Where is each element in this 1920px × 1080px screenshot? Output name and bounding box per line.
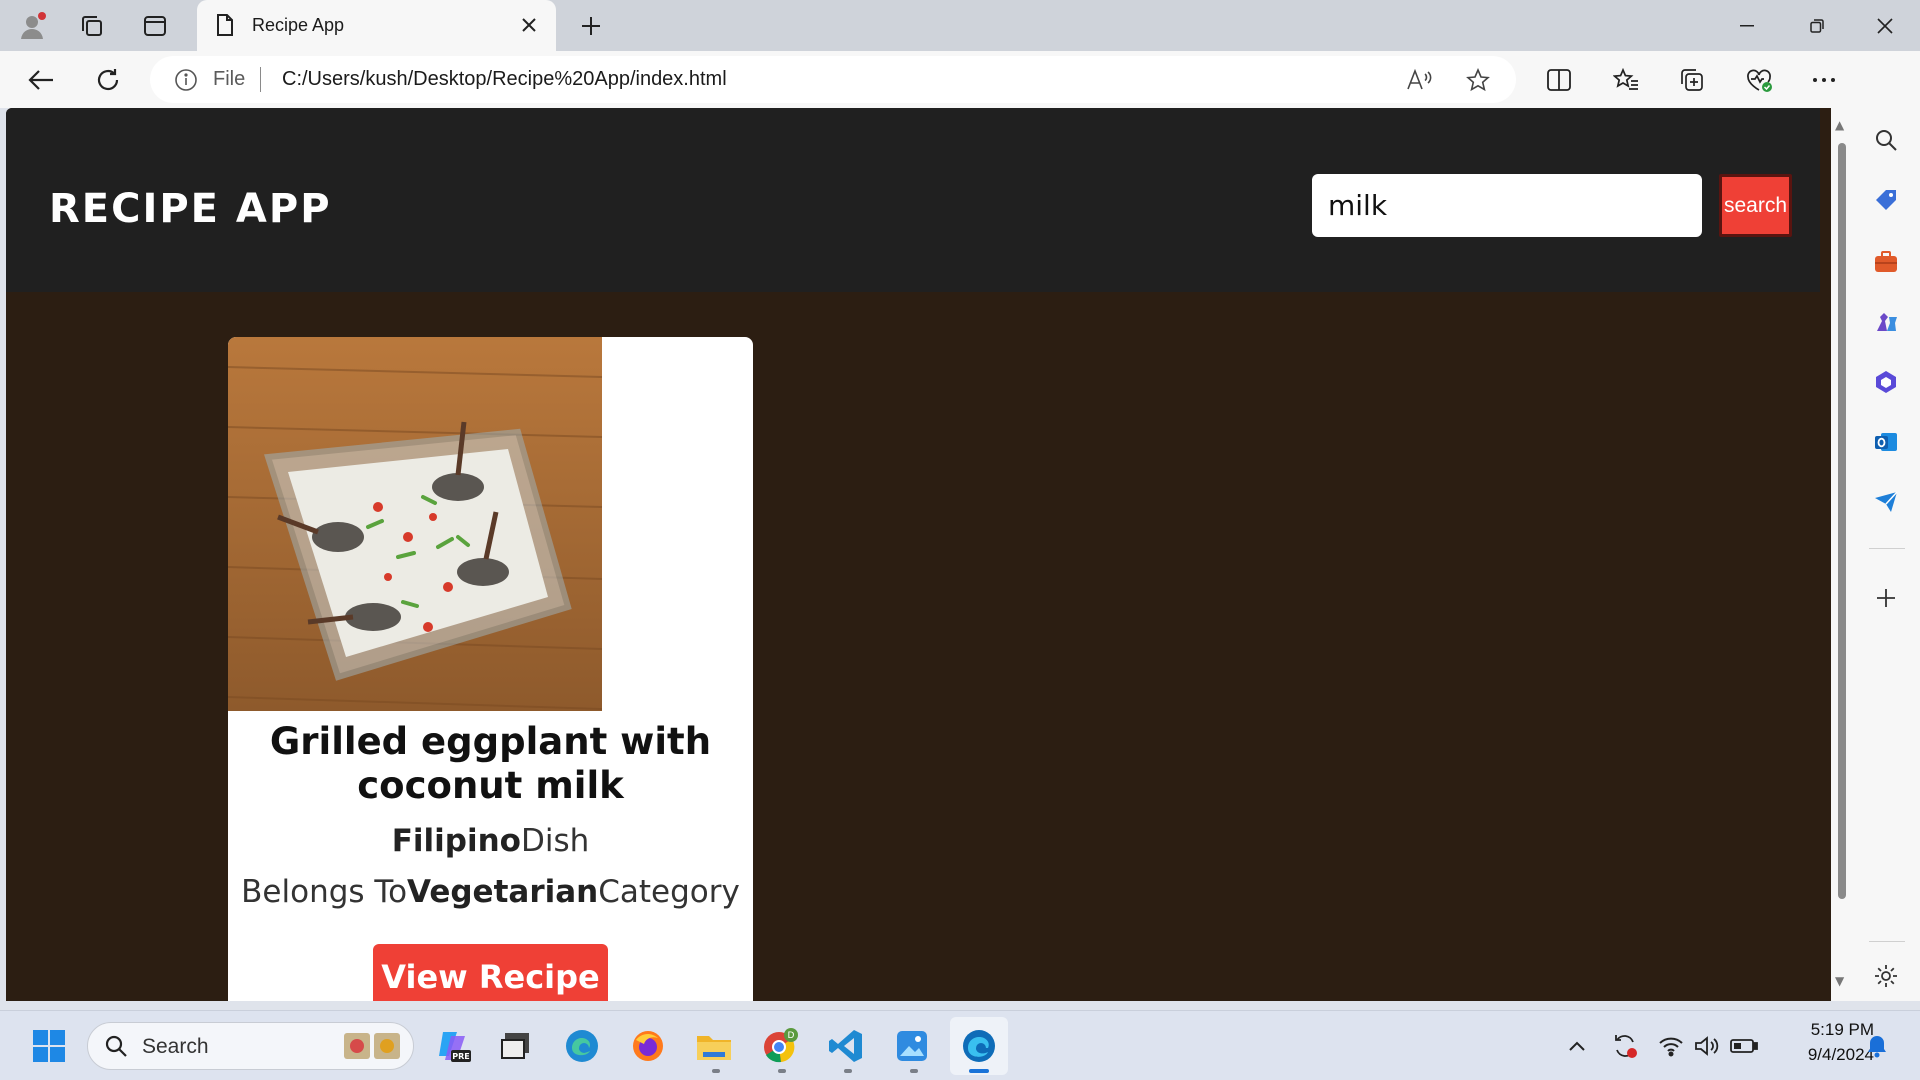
chrome-running-indicator	[778, 1069, 786, 1073]
notification-bell-icon[interactable]	[1862, 1031, 1892, 1061]
close-window-button[interactable]	[1850, 0, 1920, 51]
scrollbar-thumb[interactable]	[1838, 143, 1846, 899]
tools-briefcase-icon[interactable]	[1867, 243, 1905, 281]
restore-button[interactable]	[1782, 0, 1852, 51]
more-options-icon[interactable]	[1805, 61, 1843, 99]
scroll-down-arrow-icon[interactable]: ▼	[1835, 974, 1844, 988]
tab-title: Recipe App	[252, 15, 345, 35]
back-button[interactable]	[22, 61, 60, 99]
read-aloud-icon[interactable]	[1405, 66, 1433, 94]
taskbar-search-box[interactable]: Search	[87, 1022, 414, 1070]
edge-taskbar-icon[interactable]	[561, 1025, 603, 1067]
site-info-icon[interactable]	[174, 68, 198, 96]
edge-sidebar	[1853, 51, 1920, 1001]
close-tab-icon[interactable]	[516, 12, 542, 38]
photos-taskbar-icon[interactable]	[891, 1025, 933, 1067]
new-tab-button[interactable]	[574, 9, 608, 43]
sidebar-divider-bottom	[1869, 941, 1905, 942]
recipe-search-input[interactable]	[1312, 174, 1702, 237]
profile-avatar-icon[interactable]	[14, 8, 50, 44]
drop-send-icon[interactable]	[1867, 483, 1905, 521]
edge-dev-taskbar-icon[interactable]	[958, 1025, 1000, 1067]
photos-running-indicator	[910, 1069, 918, 1073]
workspaces-icon[interactable]	[74, 8, 110, 44]
address-url[interactable]: C:/Users/kush/Desktop/Recipe%20App/index…	[282, 68, 727, 91]
recipe-area: FilipinoDish	[228, 823, 753, 859]
shopping-tag-icon[interactable]	[1867, 181, 1905, 219]
outlook-icon[interactable]	[1867, 423, 1905, 461]
taskbar-search-icon	[104, 1034, 128, 1062]
firefox-taskbar-icon[interactable]	[627, 1025, 669, 1067]
recipe-area-name: Filipino	[391, 823, 521, 859]
clock-date[interactable]: 9/4/2024	[1774, 1045, 1874, 1065]
search-highlight-icon	[342, 1031, 402, 1065]
address-bar[interactable]: File C:/Users/kush/Desktop/Recipe%20App/…	[150, 56, 1516, 103]
favorites-icon[interactable]	[1607, 61, 1645, 99]
show-hidden-icons-chevron-icon[interactable]	[1562, 1031, 1592, 1061]
task-view-taskbar-icon[interactable]	[494, 1025, 536, 1067]
edge-active-indicator	[969, 1069, 989, 1073]
browser-tab[interactable]: Recipe App	[197, 0, 556, 51]
wifi-icon[interactable]	[1656, 1031, 1686, 1061]
site-header: RECIPE APP search	[6, 108, 1820, 292]
address-separator	[260, 67, 261, 92]
svg-text:D: D	[788, 1031, 795, 1041]
page-viewport: RECIPE APP search	[6, 108, 1831, 1001]
games-icon[interactable]	[1867, 303, 1905, 341]
recipe-card: Grilled eggplant with coconut milk Filip…	[228, 337, 753, 1001]
volume-icon[interactable]	[1692, 1031, 1722, 1061]
sidebar-settings-gear-icon[interactable]	[1867, 957, 1905, 995]
file-explorer-running-indicator	[712, 1069, 720, 1073]
collections-icon[interactable]	[1673, 61, 1711, 99]
sidebar-divider	[1869, 548, 1905, 549]
page-scrollbar[interactable]: ▲ ▼	[1831, 108, 1853, 1001]
page-icon	[215, 13, 235, 41]
taskbar-search-label: Search	[142, 1035, 209, 1058]
copilot-preview-taskbar-icon[interactable]: PRE	[432, 1025, 474, 1067]
search-button[interactable]: search	[1719, 174, 1792, 237]
vertical-tabs-icon[interactable]	[137, 8, 173, 44]
windows-taskbar: Search PRE D 5:19 PM 9/4/2024	[0, 1010, 1920, 1080]
clock-time[interactable]: 5:19 PM	[1774, 1020, 1874, 1040]
recipe-category-suffix: Category	[598, 874, 740, 910]
browser-titlebar: Recipe App	[0, 0, 1920, 51]
sync-status-icon[interactable]	[1610, 1031, 1640, 1061]
battery-icon[interactable]	[1729, 1031, 1759, 1061]
file-explorer-taskbar-icon[interactable]	[693, 1025, 735, 1067]
favorite-star-icon[interactable]	[1464, 66, 1492, 94]
svg-text:PRE: PRE	[452, 1052, 470, 1061]
vscode-running-indicator	[844, 1069, 852, 1073]
minimize-button[interactable]	[1712, 0, 1782, 51]
add-sidebar-app-icon[interactable]	[1867, 579, 1905, 617]
view-recipe-button[interactable]: View Recipe	[373, 944, 608, 1001]
chrome-taskbar-icon[interactable]: D	[759, 1025, 801, 1067]
recipe-title: Grilled eggplant with coconut milk	[269, 720, 712, 807]
scroll-up-arrow-icon[interactable]: ▲	[1835, 118, 1844, 132]
recipe-category: Belongs ToVegetarianCategory	[228, 874, 753, 910]
microsoft-365-icon[interactable]	[1867, 363, 1905, 401]
address-scheme-label: File	[213, 68, 246, 90]
recipe-area-suffix: Dish	[520, 823, 590, 859]
browser-essentials-icon[interactable]	[1740, 61, 1778, 99]
sidebar-search-icon[interactable]	[1867, 121, 1905, 159]
site-logo: RECIPE APP	[49, 186, 332, 232]
browser-toolbar: File C:/Users/kush/Desktop/Recipe%20App/…	[0, 51, 1920, 108]
split-screen-icon[interactable]	[1540, 61, 1578, 99]
recipe-image	[228, 337, 602, 711]
recipe-category-prefix: Belongs To	[241, 874, 408, 910]
recipe-category-name: Vegetarian	[407, 874, 599, 910]
vscode-taskbar-icon[interactable]	[825, 1025, 867, 1067]
windows-start-icon[interactable]	[28, 1025, 70, 1067]
refresh-button[interactable]	[89, 61, 127, 99]
